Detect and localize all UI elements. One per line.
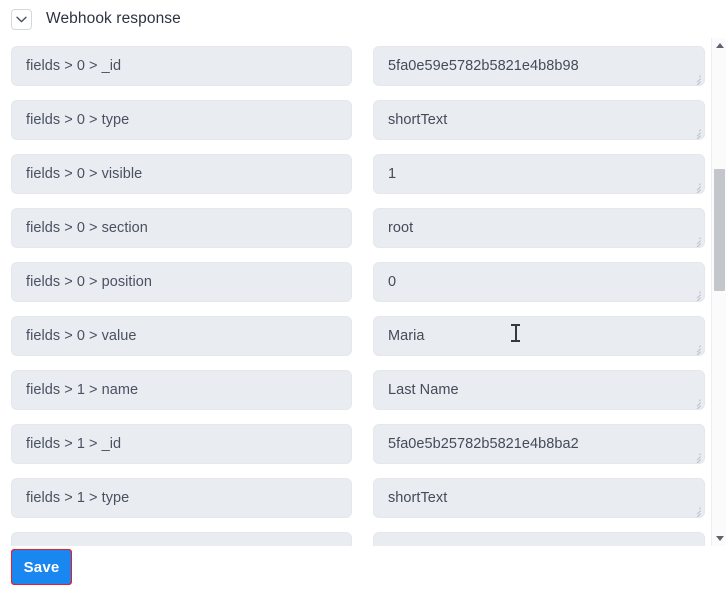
mapping-key-field: fields > 0 > visible [11, 154, 352, 194]
mapping-row: fields > 0 > _id 5fa0e59e5782b5821e4b8b98 [0, 46, 712, 100]
mapping-value-input[interactable]: 5fa0e5b25782b5821e4b8ba2 [373, 424, 705, 464]
mapping-row: fields > 1 > name Last Name [0, 370, 712, 424]
mapping-key-field: fields > 1 > name [11, 370, 352, 410]
resize-grip-icon[interactable] [692, 290, 701, 301]
mapping-value-input[interactable] [373, 532, 705, 546]
resize-grip-icon[interactable] [692, 452, 701, 463]
mapping-value-input[interactable]: 0 [373, 262, 705, 302]
mapping-key-field: fields > 0 > _id [11, 46, 352, 86]
mapping-value-input[interactable]: Last Name [373, 370, 705, 410]
mapping-row: fields > 0 > section root [0, 208, 712, 262]
resize-grip-icon[interactable] [692, 182, 701, 193]
save-button[interactable]: Save [12, 550, 71, 584]
vertical-scrollbar[interactable] [711, 38, 726, 546]
mapping-row: fields > 0 > visible 1 [0, 154, 712, 208]
mapping-row: fields > 1 > _id 5fa0e5b25782b5821e4b8ba2 [0, 424, 712, 478]
footer-bar: Save [0, 546, 726, 599]
mapping-value-input[interactable]: Maria [373, 316, 705, 356]
section-header: Webhook response [0, 0, 726, 38]
mapping-row: fields > 0 > position 0 [0, 262, 712, 316]
chevron-down-icon[interactable] [11, 8, 32, 30]
mapping-value-input[interactable]: shortText [373, 100, 705, 140]
mapping-key-field: fields > 1 > _id [11, 424, 352, 464]
mapping-row [0, 532, 712, 546]
scrollbar-thumb[interactable] [714, 169, 725, 291]
resize-grip-icon[interactable] [692, 74, 701, 85]
mapping-row: fields > 1 > type shortText [0, 478, 712, 532]
mapping-value-input[interactable]: 5fa0e59e5782b5821e4b8b98 [373, 46, 705, 86]
resize-grip-icon[interactable] [692, 344, 701, 355]
caret-up-icon[interactable] [712, 38, 726, 53]
mapping-row-list: fields > 0 > _id 5fa0e59e5782b5821e4b8b98… [0, 38, 712, 546]
mapping-key-field: fields > 0 > type [11, 100, 352, 140]
resize-grip-icon[interactable] [692, 128, 701, 139]
mapping-scroll-area: fields > 0 > _id 5fa0e59e5782b5821e4b8b98… [0, 38, 726, 546]
mapping-row: fields > 0 > type shortText [0, 100, 712, 154]
mapping-value-input[interactable]: shortText [373, 478, 705, 518]
mapping-value-input[interactable]: 1 [373, 154, 705, 194]
mapping-key-field: fields > 1 > type [11, 478, 352, 518]
mapping-key-field: fields > 0 > section [11, 208, 352, 248]
webhook-response-panel: Webhook response fields > 0 > _id 5fa0e59… [0, 0, 726, 599]
mapping-key-field [11, 532, 352, 546]
mapping-value-input[interactable]: root [373, 208, 705, 248]
page-title: Webhook response [46, 10, 181, 27]
resize-grip-icon[interactable] [692, 236, 701, 247]
mapping-key-field: fields > 0 > position [11, 262, 352, 302]
mapping-key-field: fields > 0 > value [11, 316, 352, 356]
caret-down-icon[interactable] [712, 531, 726, 546]
resize-grip-icon[interactable] [692, 398, 701, 409]
resize-grip-icon[interactable] [692, 506, 701, 517]
mapping-row: fields > 0 > value Maria [0, 316, 712, 370]
